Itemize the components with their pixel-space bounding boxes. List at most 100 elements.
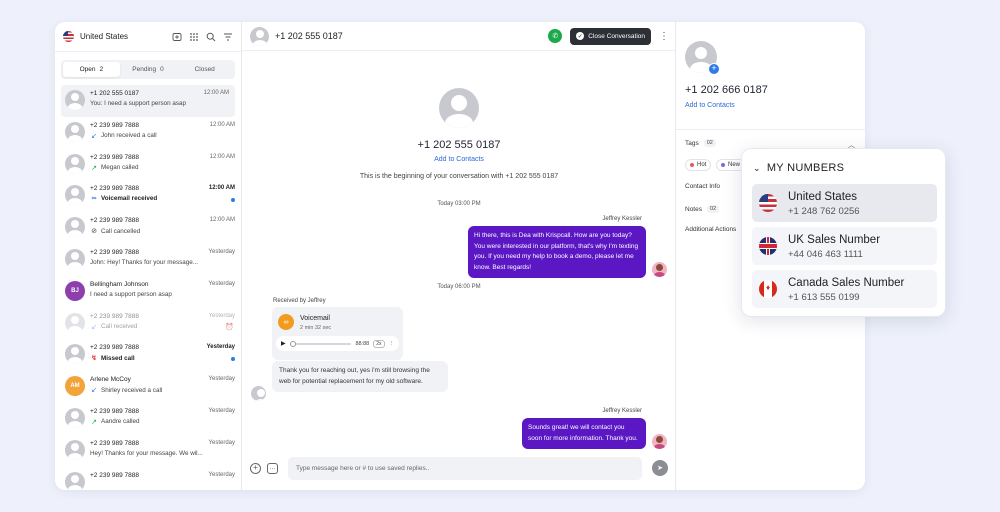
- tag-label: Hot: [697, 162, 707, 168]
- number-option-canada[interactable]: Canada Sales Number +1 613 555 0199: [752, 270, 937, 308]
- play-icon[interactable]: ▶: [281, 340, 286, 347]
- chat-panel: +1 202 555 0187 ✆ ✓ Close Conversation ⋮ …: [242, 22, 676, 490]
- conversation-time: 12:00 AM: [203, 90, 229, 96]
- contact-info-section[interactable]: Contact Info: [685, 183, 720, 190]
- message-composer: + … ➤: [242, 453, 676, 483]
- conversation-preview: Missed call: [101, 354, 135, 362]
- avatar: [65, 344, 85, 365]
- list-item[interactable]: +2 239 989 7888 12:00 AM ↙ John received a…: [55, 117, 241, 149]
- my-numbers-header[interactable]: ⌄ MY NUMBERS: [753, 162, 844, 174]
- conversation-time: 12:00 AM: [208, 185, 235, 192]
- conversation-preview: Call received: [101, 323, 138, 331]
- tab-open[interactable]: Open 2: [63, 62, 120, 77]
- conversation-preview: Voicemail received: [101, 195, 158, 203]
- more-options-icon[interactable]: ⋮: [659, 31, 669, 42]
- list-item[interactable]: +2 239 989 7888 12:00 AM ∞ Voicemail recei…: [55, 180, 241, 212]
- list-item[interactable]: +2 239 989 7888 Yesterday ↯ Missed call: [55, 339, 241, 371]
- contact-name: +2 239 989 7888: [90, 153, 139, 161]
- tags-section-header[interactable]: Tags 02: [685, 139, 716, 147]
- day-divider: Today 06:00 PM: [437, 284, 481, 290]
- conversation-preview: Aandre called: [101, 418, 140, 426]
- list-item[interactable]: +2 239 989 7888 12:00 AM ↗ Megan called: [55, 149, 241, 181]
- us-flag-icon: [63, 31, 74, 42]
- list-item[interactable]: +2 239 989 7888 12:00 AM ⊘ Call cancelled: [55, 212, 241, 244]
- outgoing-message: Sounds great! we will contact you soon f…: [522, 418, 646, 449]
- add-to-contacts-link[interactable]: Add to Contacts: [242, 156, 676, 163]
- notes-section[interactable]: Notes 02: [685, 205, 720, 213]
- audio-progress[interactable]: [289, 340, 352, 347]
- conversation-preview: Hey! Thanks for your message. We wil...: [90, 449, 203, 457]
- chevron-down-icon: ⌄: [753, 162, 761, 173]
- number-value: +1 248 762 0256: [788, 206, 860, 217]
- tab-closed[interactable]: Closed: [176, 62, 233, 77]
- add-attachment-icon[interactable]: +: [250, 462, 261, 474]
- more-options-icon[interactable]: ⋮: [389, 341, 395, 347]
- chat-title: +1 202 555 0187: [275, 31, 343, 41]
- conversation-preview: Call cancelled: [101, 227, 141, 235]
- my-numbers-title: MY NUMBERS: [766, 162, 845, 174]
- tab-label: Closed: [194, 66, 215, 73]
- number-value: +44 046 463 1111: [788, 249, 863, 260]
- conversation-preview: Shirley received a call: [101, 386, 163, 394]
- number-option-uk[interactable]: UK Sales Number +44 046 463 1111: [752, 227, 937, 265]
- list-item[interactable]: +1 202 555 0187 12:00 AM You: I need a su…: [61, 85, 235, 117]
- message-input[interactable]: [288, 456, 642, 480]
- conversation-list: +1 202 555 0187 12:00 AM You: I need a su…: [55, 85, 241, 490]
- conversation-time: Yesterday: [206, 344, 235, 351]
- playback-speed[interactable]: 2x: [373, 339, 385, 348]
- avatar: [65, 90, 85, 110]
- tag-label: New: [728, 162, 741, 168]
- incoming-message: Thank you for reaching out, yes i'm stil…: [272, 361, 448, 392]
- search-icon[interactable]: [206, 32, 216, 42]
- cancelled-icon: ⊘: [91, 228, 97, 236]
- tab-pending[interactable]: Pending 0: [120, 62, 177, 77]
- avatar: [439, 88, 479, 128]
- list-item[interactable]: +2 239 989 7888 Yesterday: [55, 467, 241, 490]
- add-contact-icon[interactable]: +: [708, 63, 720, 75]
- conversation-preview: John: Hey! Thanks for your message...: [90, 258, 199, 266]
- missed-call-icon: ↯: [91, 355, 97, 363]
- conversation-sidebar: United States Open 2 Pending 0 Closed +1 2…: [55, 22, 242, 490]
- avatar: [65, 217, 85, 238]
- filter-icon[interactable]: [223, 32, 233, 42]
- dialpad-icon[interactable]: [189, 32, 199, 42]
- intro-text: This is the beginning of your conversati…: [359, 173, 559, 180]
- conversation-preview: John received a call: [101, 132, 157, 140]
- tab-count: 0: [160, 66, 164, 73]
- avatar: [65, 248, 85, 269]
- avatar: [65, 121, 85, 142]
- contact-number: +1 202 666 0187: [685, 84, 768, 96]
- my-numbers-dropdown: ⌄ MY NUMBERS United States +1 248 762 025…: [741, 148, 946, 317]
- new-message-icon[interactable]: [172, 32, 182, 42]
- list-item[interactable]: +2 239 989 7888 Yesterday ↙ Call received …: [55, 308, 241, 340]
- number-option-us[interactable]: United States +1 248 762 0256: [752, 184, 937, 222]
- notes-count: 02: [706, 205, 720, 213]
- voicemail-title: Voicemail: [300, 315, 330, 322]
- conversation-time: 12:00 AM: [209, 153, 235, 160]
- audio-time: 88:88: [355, 340, 370, 347]
- additional-actions-label: Additional Actions: [685, 226, 737, 233]
- tag-hot[interactable]: Hot: [685, 159, 712, 171]
- add-to-contacts-link[interactable]: Add to Contacts: [685, 102, 735, 109]
- list-item[interactable]: +2 239 989 7888 Yesterday ↗ Aandre called: [55, 403, 241, 435]
- agent-avatar: [652, 262, 667, 277]
- send-icon: ➤: [657, 465, 663, 472]
- list-item[interactable]: +2 239 989 7888 Yesterday John: Hey! Than…: [55, 244, 241, 276]
- day-divider: Today 03:00 PM: [437, 201, 481, 207]
- saved-replies-icon[interactable]: …: [267, 462, 278, 474]
- phone-icon: ✆: [552, 33, 559, 40]
- outgoing-call-icon: ↗: [91, 418, 97, 426]
- call-button[interactable]: ✆: [548, 29, 563, 43]
- conversation-time: Yesterday: [208, 248, 235, 255]
- list-item[interactable]: BJ Bellingham Johnson Yesterday I need a …: [55, 276, 241, 308]
- additional-actions-section[interactable]: Additional Actions: [685, 226, 736, 233]
- list-item[interactable]: +2 239 989 7888 Yesterday Hey! Thanks for…: [55, 435, 241, 467]
- incoming-call-icon: ↙: [91, 387, 97, 395]
- close-conversation-button[interactable]: ✓ Close Conversation: [570, 27, 651, 45]
- send-button[interactable]: ➤: [652, 460, 668, 476]
- country-selector[interactable]: United States: [80, 32, 172, 41]
- list-item[interactable]: AM Arlene McCoy Yesterday ↙ Shirley receiv…: [55, 371, 241, 403]
- conversation-time: 12:00 AM: [209, 121, 235, 128]
- snooze-icon: ⏰: [225, 323, 234, 331]
- progress-knob[interactable]: [289, 340, 296, 347]
